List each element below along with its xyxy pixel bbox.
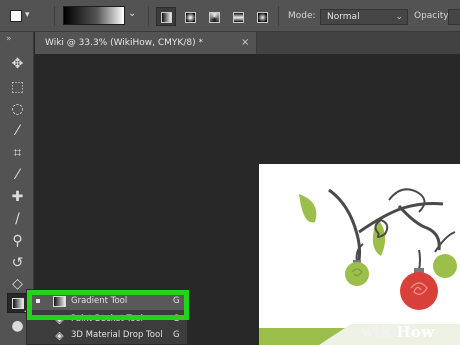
- green-ornament: [345, 262, 369, 286]
- document-tab-bar: Wiki @ 33.3% (WikiHow, CMYK/8) * ×: [35, 32, 460, 54]
- mode-label: Mode:: [288, 11, 316, 21]
- tool-preset-picker[interactable]: ▾: [8, 7, 34, 25]
- clone-stamp-tool-icon[interactable]: ⚲: [7, 231, 28, 251]
- flyout-item-label: Paint Bucket Tool: [71, 314, 144, 324]
- radial-gradient-button[interactable]: [180, 7, 200, 26]
- flyout-item-label: 3D Material Drop Tool: [71, 330, 163, 340]
- mode-select[interactable]: Normal ⌄: [320, 9, 408, 25]
- green-ornament: [433, 254, 457, 278]
- ornament-illustration: [259, 188, 460, 345]
- chevron-down-icon: ⌄: [395, 12, 403, 22]
- flyout-item-3d-material-drop-tool[interactable]: ◈ 3D Material Drop Tool G: [27, 327, 187, 344]
- branch-line: [397, 205, 441, 251]
- radial-gradient-icon: [185, 12, 196, 23]
- linear-gradient-icon: [161, 12, 172, 23]
- flyout-item-shortcut: G: [173, 330, 180, 340]
- mode-value: Normal: [327, 12, 360, 22]
- paint-bucket-icon: ◈: [55, 313, 64, 326]
- angle-gradient-icon: [209, 12, 220, 23]
- lasso-tool-icon[interactable]: ◌: [7, 99, 28, 119]
- quick-selection-tool-icon[interactable]: ⁄: [7, 121, 28, 141]
- chevron-down-icon[interactable]: ⌄: [128, 8, 136, 19]
- flyout-item-paint-bucket-tool[interactable]: ◈ Paint Bucket Tool G: [27, 311, 187, 328]
- angle-gradient-button[interactable]: [204, 7, 224, 26]
- history-brush-tool-icon[interactable]: ↺: [7, 253, 28, 273]
- eraser-tool-icon[interactable]: ◇: [7, 274, 28, 294]
- selected-bullet-icon: [36, 299, 40, 303]
- 3d-material-drop-icon: ◈: [55, 329, 64, 342]
- eyedropper-tool-icon[interactable]: ⁄: [7, 165, 28, 185]
- gradient-tool-icon: [12, 298, 24, 309]
- gradient-tool-flyout-menu: Gradient Tool G ◈ Paint Bucket Tool G ◈ …: [26, 289, 188, 345]
- move-tool-icon[interactable]: ✥: [7, 54, 28, 74]
- document-tab[interactable]: Wiki @ 33.3% (WikiHow, CMYK/8) * ×: [35, 32, 257, 54]
- gradient-picker-swatch[interactable]: [63, 6, 125, 25]
- reflected-gradient-button[interactable]: [228, 7, 248, 26]
- gradient-icon: [53, 296, 66, 307]
- divider: [278, 6, 279, 26]
- watermark-part-how: How: [396, 323, 435, 341]
- red-ornament: [400, 272, 438, 310]
- brush-tool-icon[interactable]: /: [7, 209, 28, 229]
- diamond-gradient-button[interactable]: [252, 7, 272, 26]
- chevron-down-icon: ▾: [25, 10, 30, 20]
- flyout-item-label: Gradient Tool: [71, 296, 128, 306]
- crop-tool-icon[interactable]: ⌗: [7, 143, 28, 163]
- blur-tool-icon[interactable]: ●: [7, 316, 28, 336]
- ornament-string: [418, 249, 421, 271]
- options-bar: ▾ ⌄ Mode: Normal ⌄ Opacity:: [0, 0, 460, 32]
- flyout-item-shortcut: G: [173, 296, 180, 306]
- document-canvas[interactable]: [259, 164, 460, 345]
- gradient-tool-preset-icon: [10, 10, 22, 22]
- divider: [148, 6, 149, 26]
- opacity-label: Opacity:: [414, 11, 451, 21]
- reflected-gradient-icon: [233, 12, 244, 23]
- watermark-part-wiki: wiki: [361, 323, 397, 341]
- linear-gradient-button[interactable]: [156, 7, 176, 26]
- diamond-gradient-icon: [257, 12, 268, 23]
- branch-line: [388, 188, 426, 213]
- divider: [54, 6, 55, 26]
- document-tab-title: Wiki @ 33.3% (WikiHow, CMYK/8) *: [45, 38, 203, 48]
- gradient-tool-button[interactable]: [7, 293, 28, 313]
- opacity-input[interactable]: [448, 9, 460, 25]
- close-icon[interactable]: ×: [241, 37, 249, 48]
- healing-brush-tool-icon[interactable]: ✚: [7, 187, 28, 207]
- marquee-tool-icon[interactable]: ⬚: [7, 77, 28, 97]
- flyout-item-gradient-tool[interactable]: Gradient Tool G: [27, 293, 187, 310]
- flyout-item-shortcut: G: [173, 314, 180, 324]
- wikihow-watermark: wikiHow: [361, 323, 434, 341]
- collapse-panel-icon[interactable]: »: [6, 34, 12, 44]
- leaf-shape: [299, 194, 317, 223]
